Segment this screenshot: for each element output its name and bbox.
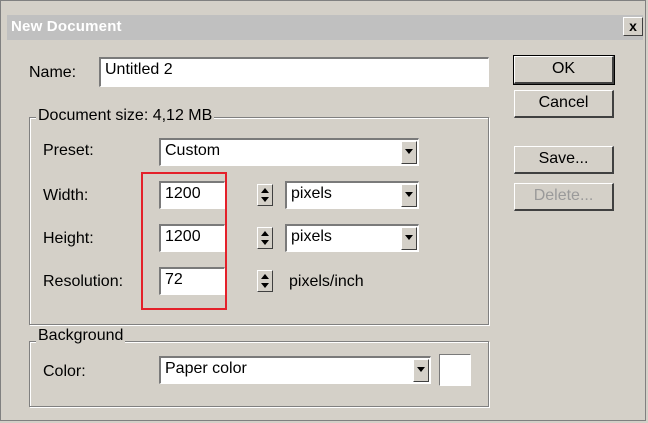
- name-input[interactable]: Untitled 2: [99, 57, 489, 87]
- background-color-swatch[interactable]: [439, 354, 471, 386]
- color-label: Color:: [43, 363, 86, 380]
- height-unit-value: pixels: [291, 228, 332, 245]
- ok-button[interactable]: OK: [513, 55, 615, 85]
- save-button[interactable]: Save...: [514, 146, 614, 174]
- height-stepper-icon[interactable]: [257, 227, 273, 249]
- resolution-unit-label: pixels/inch: [289, 273, 364, 290]
- preset-select[interactable]: Custom: [159, 138, 419, 166]
- background-color-value: Paper color: [165, 360, 247, 377]
- chevron-down-icon[interactable]: [401, 184, 417, 207]
- background-legend: Background: [36, 327, 126, 345]
- document-size-legend: Document size: 4,12 MB: [36, 107, 215, 125]
- dialog-title: New Document: [11, 18, 122, 35]
- width-unit-select[interactable]: pixels: [285, 181, 419, 209]
- close-icon[interactable]: x: [623, 17, 643, 36]
- chevron-down-icon[interactable]: [413, 359, 429, 382]
- preset-value: Custom: [165, 142, 221, 159]
- title-bar[interactable]: New Document x: [7, 15, 643, 40]
- name-label: Name:: [29, 64, 77, 81]
- height-unit-select[interactable]: pixels: [285, 224, 419, 252]
- delete-button[interactable]: Delete...: [514, 183, 614, 211]
- chevron-down-icon[interactable]: [401, 141, 417, 164]
- width-unit-value: pixels: [291, 185, 332, 202]
- resolution-stepper-icon[interactable]: [257, 270, 273, 292]
- new-document-dialog: New Document x Name: Untitled 2 Document…: [0, 0, 646, 421]
- chevron-down-icon[interactable]: [401, 227, 417, 250]
- highlight-box: [141, 172, 227, 310]
- width-stepper-icon[interactable]: [257, 184, 273, 206]
- height-label: Height:: [43, 230, 94, 247]
- width-label: Width:: [43, 187, 89, 204]
- cancel-button[interactable]: Cancel: [514, 90, 614, 118]
- resolution-label: Resolution:: [43, 273, 124, 290]
- preset-label: Preset:: [43, 142, 94, 159]
- background-color-select[interactable]: Paper color: [159, 356, 431, 384]
